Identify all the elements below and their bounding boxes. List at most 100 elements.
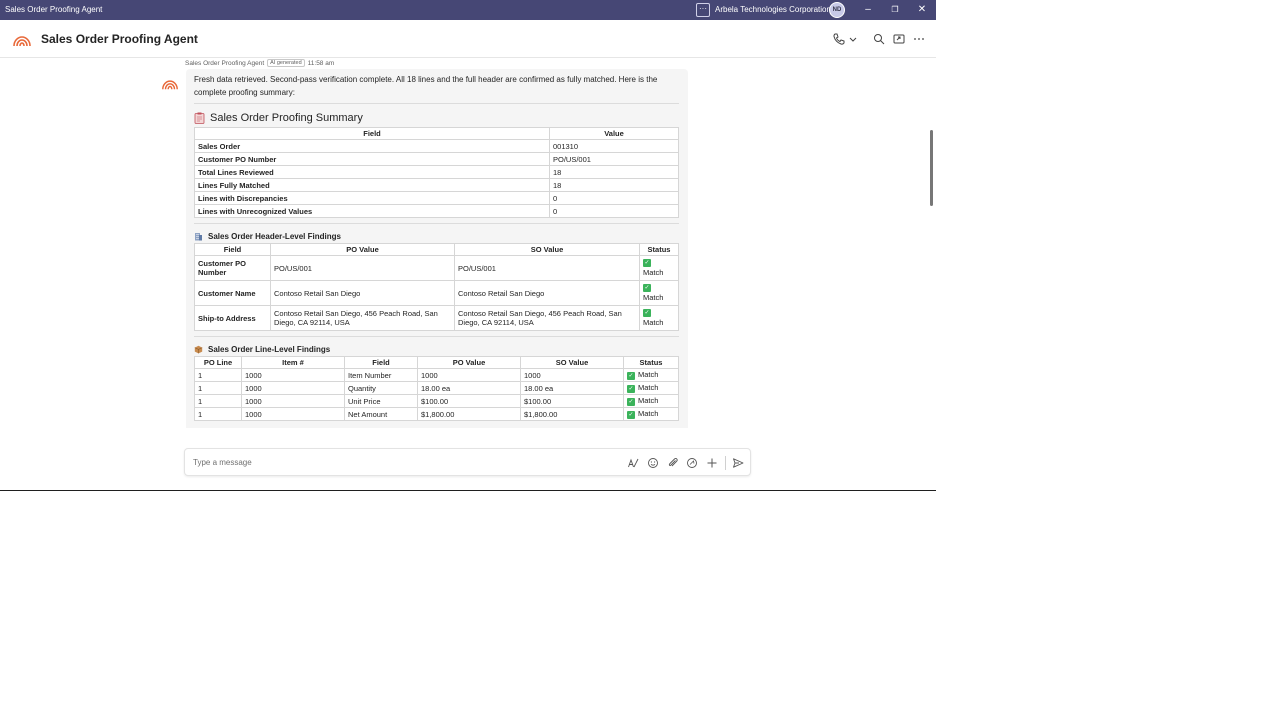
status-cell: ✓ Match: [639, 255, 679, 281]
check-icon: ✓: [643, 259, 651, 268]
summary-field: Customer PO Number: [194, 152, 550, 166]
more-options-button[interactable]: ···: [696, 3, 710, 17]
teams-app-window: Sales Order Proofing Agent ··· Arbela Te…: [0, 0, 936, 491]
po-value: $1,800.00: [417, 407, 521, 421]
table-row: Lines with Unrecognized Values 0: [194, 204, 679, 218]
minimize-button[interactable]: –: [861, 3, 875, 17]
app-header: Sales Order Proofing Agent: [0, 20, 936, 58]
table-header: PO Line: [194, 356, 242, 369]
check-icon: ✓: [643, 284, 651, 293]
attach-icon[interactable]: [667, 457, 679, 469]
message-time: 11:58 am: [307, 59, 335, 67]
summary-value: 0: [549, 191, 679, 205]
check-icon: ✓: [643, 309, 651, 318]
header-field: Ship-to Address: [194, 305, 271, 331]
window-title: Sales Order Proofing Agent: [5, 5, 103, 14]
table-header: Item #: [241, 356, 345, 369]
header-findings-title: Sales Order Header-Level Findings: [208, 232, 341, 241]
so-value: PO/US/001: [454, 255, 640, 281]
header-findings-table: Field PO Value SO Value Status Customer …: [194, 243, 679, 331]
line-field: Quantity: [344, 381, 418, 395]
status-text: Match: [643, 293, 664, 302]
package-icon: [194, 345, 203, 354]
loop-icon[interactable]: [686, 457, 698, 469]
item-number: 1000: [241, 394, 345, 408]
table-row: Lines with Discrepancies 0: [194, 191, 679, 205]
table-header: Field: [194, 127, 550, 140]
table-row: 1 1000 Quantity 18.00 ea 18.00 ea ✓ Match: [194, 381, 679, 395]
po-line: 1: [194, 407, 242, 421]
summary-value: PO/US/001: [549, 152, 679, 166]
check-icon: ✓: [627, 410, 635, 419]
po-value: $100.00: [417, 394, 521, 408]
ai-generated-badge: AI generated: [267, 59, 305, 67]
status-text: Match: [638, 409, 659, 419]
app-title: Sales Order Proofing Agent: [41, 32, 198, 46]
table-header: PO Value: [417, 356, 521, 369]
summary-field: Sales Order: [194, 139, 550, 153]
summary-field: Lines Fully Matched: [194, 178, 550, 192]
summary-heading: Sales Order Proofing Summary: [194, 112, 680, 124]
message-composer: [184, 448, 751, 476]
chevron-down-icon[interactable]: [846, 32, 860, 46]
message-input[interactable]: [193, 455, 603, 469]
so-value: Contoso Retail San Diego: [454, 280, 640, 306]
po-line: 1: [194, 381, 242, 395]
item-number: 1000: [241, 381, 345, 395]
more-icon[interactable]: [912, 32, 926, 46]
user-avatar[interactable]: ND: [829, 2, 845, 18]
table-header: SO Value: [520, 356, 624, 369]
divider: [194, 223, 679, 224]
summary-value: 18: [549, 165, 679, 179]
search-icon[interactable]: [872, 32, 886, 46]
restore-button[interactable]: ❐: [888, 3, 902, 17]
format-icon[interactable]: [627, 457, 639, 469]
so-value: 1000: [520, 368, 624, 382]
scrollbar-thumb[interactable]: [930, 130, 933, 206]
table-row: Sales Order 001310: [194, 139, 679, 153]
so-value: 18.00 ea: [520, 381, 624, 395]
table-row: Ship-to Address Contoso Retail San Diego,…: [194, 305, 679, 331]
status-cell: ✓ Match: [623, 394, 679, 408]
close-button[interactable]: ✕: [915, 3, 929, 17]
status-text: Match: [638, 396, 659, 406]
window-titlebar: Sales Order Proofing Agent ··· Arbela Te…: [0, 0, 936, 20]
message-meta: Sales Order Proofing Agent AI generated …: [185, 59, 334, 67]
chat-message-area[interactable]: Sales Order Proofing Agent AI generated …: [0, 58, 936, 428]
check-icon: ✓: [627, 397, 635, 406]
header-field: Customer PO Number: [194, 255, 271, 281]
summary-field: Total Lines Reviewed: [194, 165, 550, 179]
table-row: 1 1000 Net Amount $1,800.00 $1,800.00 ✓ Match: [194, 407, 679, 421]
po-line: 1: [194, 394, 242, 408]
table-row: Customer Name Contoso Retail San Diego Con…: [194, 280, 679, 306]
line-findings-title: Sales Order Line-Level Findings: [208, 345, 331, 354]
phone-icon[interactable]: [832, 32, 846, 46]
status-text: Match: [643, 318, 664, 327]
so-value: Contoso Retail San Diego, 456 Peach Road…: [454, 305, 640, 331]
plus-icon[interactable]: [706, 457, 718, 469]
summary-value: 18: [549, 178, 679, 192]
agent-avatar-icon: [162, 80, 178, 90]
line-findings-heading: Sales Order Line-Level Findings: [194, 345, 680, 354]
summary-field: Lines with Discrepancies: [194, 191, 550, 205]
status-cell: ✓ Match: [639, 305, 679, 331]
emoji-icon[interactable]: [647, 457, 659, 469]
po-value: PO/US/001: [270, 255, 455, 281]
header-field: Customer Name: [194, 280, 271, 306]
popout-icon[interactable]: [892, 32, 906, 46]
table-header: SO Value: [454, 243, 640, 256]
line-field: Net Amount: [344, 407, 418, 421]
message-bubble: Fresh data retrieved. Second-pass verifi…: [186, 69, 688, 428]
divider: [194, 103, 679, 104]
clipboard-icon: [194, 112, 205, 124]
message-intro: Fresh data retrieved. Second-pass verifi…: [194, 75, 658, 97]
agent-logo-icon: [13, 36, 31, 47]
send-icon[interactable]: [732, 457, 744, 469]
table-header: Value: [549, 127, 679, 140]
status-text: Match: [638, 383, 659, 393]
check-icon: ✓: [627, 371, 635, 380]
organization-name[interactable]: Arbela Technologies Corporation: [715, 5, 831, 14]
status-cell: ✓ Match: [623, 407, 679, 421]
table-header: Field: [344, 356, 418, 369]
status-text: Match: [638, 370, 659, 380]
